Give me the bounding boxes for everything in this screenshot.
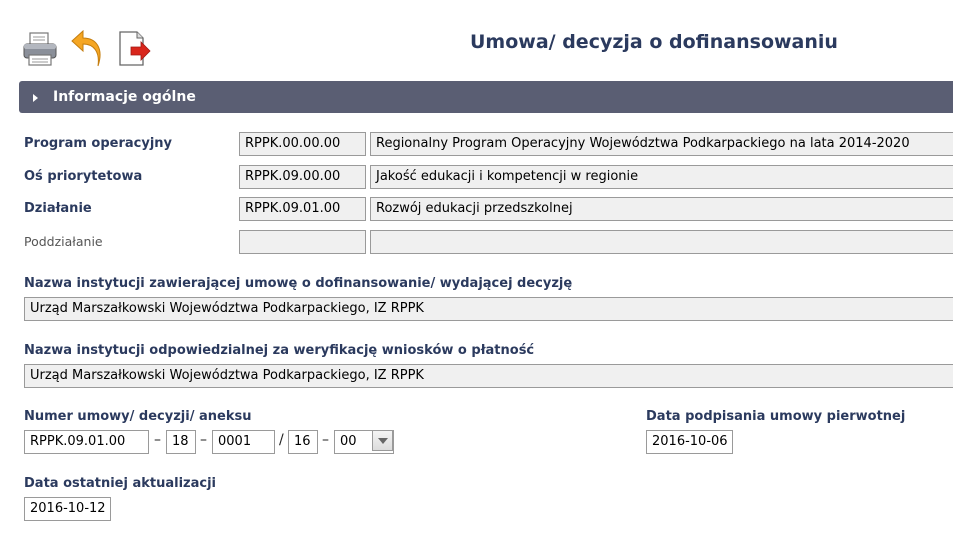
poddzialanie-code-field[interactable]	[239, 230, 366, 254]
numer-separator-2: –	[200, 432, 207, 448]
program-name-field[interactable]: Regionalny Program Operacyjny Województw…	[370, 132, 953, 156]
dzialanie-name-field[interactable]: Rozwój edukacji przedszkolnej	[370, 197, 953, 221]
os-code-field[interactable]: RPPK.09.00.00	[239, 165, 366, 189]
program-code-field[interactable]: RPPK.00.00.00	[239, 132, 366, 156]
os-label: Oś priorytetowa	[24, 169, 143, 184]
page-title: Umowa/ decyzja o dofinansowaniu	[470, 31, 838, 53]
instytucja-odpowiedzialna-field[interactable]: Urząd Marszałkowski Województwa Podkarpa…	[24, 364, 953, 388]
section-header-label: Informacje ogólne	[53, 89, 196, 105]
data-podpisania-field[interactable]: 2016-10-06	[646, 430, 733, 454]
expand-arrow-icon	[33, 94, 38, 102]
numer-part2-field[interactable]: 18	[166, 430, 196, 454]
program-label: Program operacyjny	[24, 136, 173, 151]
os-name-field[interactable]: Jakość edukacji i kompetencji w regionie	[370, 165, 953, 189]
numer-separator-1: –	[154, 432, 161, 448]
numer-part1-field[interactable]: RPPK.09.01.00	[24, 430, 149, 454]
back-arrow-icon	[71, 29, 101, 67]
dzialanie-label: Działanie	[24, 201, 92, 216]
data-podpisania-label: Data podpisania umowy pierwotnej	[646, 409, 906, 424]
numer-separator-3: /	[279, 432, 284, 448]
poddzialanie-label: Poddziałanie	[24, 234, 103, 249]
dzialanie-code-field[interactable]: RPPK.09.01.00	[239, 197, 366, 221]
numer-umowy-label: Numer umowy/ decyzji/ aneksu	[24, 409, 252, 424]
instytucja-zawierajaca-field[interactable]: Urząd Marszałkowski Województwa Podkarpa…	[24, 297, 953, 321]
printer-icon	[23, 32, 57, 66]
instytucja-odpowiedzialna-label: Nazwa instytucji odpowiedzialnej za wery…	[24, 343, 535, 358]
back-button[interactable]	[70, 29, 106, 68]
export-button[interactable]	[117, 30, 153, 68]
chevron-down-icon[interactable]	[372, 430, 393, 451]
numer-separator-4: –	[322, 432, 329, 448]
data-aktualizacji-field[interactable]: 2016-10-12	[24, 497, 111, 521]
data-aktualizacji-label: Data ostatniej aktualizacji	[24, 476, 216, 491]
numer-part3-field[interactable]: 0001	[212, 430, 275, 454]
export-icon	[119, 31, 151, 66]
print-button[interactable]	[22, 30, 58, 68]
section-header-informacje-ogolne[interactable]: Informacje ogólne	[19, 81, 953, 113]
instytucja-zawierajaca-label: Nazwa instytucji zawierającej umowę o do…	[24, 276, 573, 291]
numer-part4-field[interactable]: 16	[288, 430, 318, 454]
poddzialanie-name-field[interactable]	[370, 230, 953, 254]
